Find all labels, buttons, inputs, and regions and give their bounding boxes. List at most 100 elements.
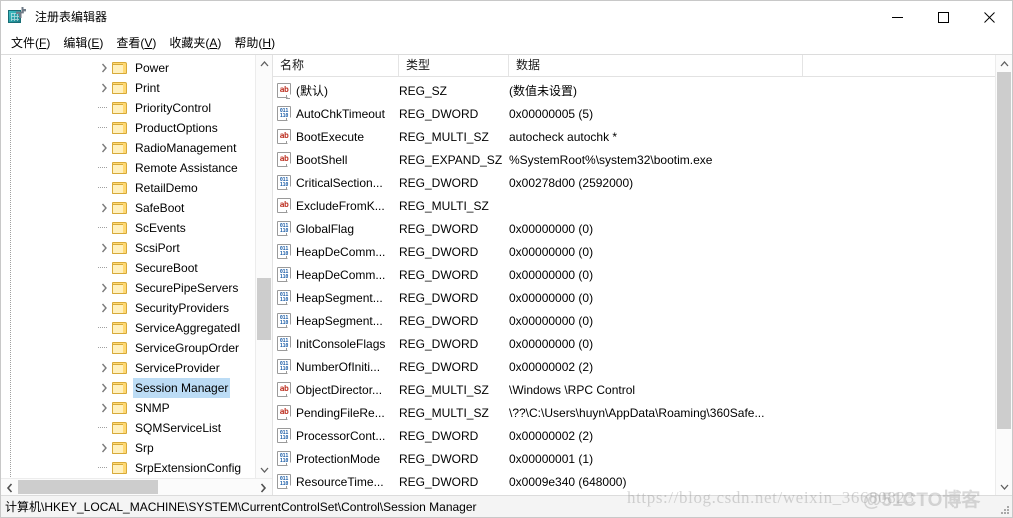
tree-indent-guide bbox=[1, 58, 97, 78]
tree-item[interactable]: SecureBoot bbox=[1, 258, 253, 278]
maximize-button[interactable] bbox=[920, 1, 966, 33]
tree-horizontal-scrollbar[interactable] bbox=[1, 478, 272, 495]
tree-item[interactable]: Power bbox=[1, 58, 253, 78]
folder-icon bbox=[112, 101, 128, 115]
table-row[interactable]: 011 110 InitConsoleFlags REG_DWORD 0x0000000… bbox=[273, 332, 1012, 355]
table-row[interactable]: ab PendingFileRe... REG_MULTI_SZ \??\C:\Use… bbox=[273, 401, 1012, 424]
cell-type: REG_DWORD bbox=[399, 313, 479, 328]
chevron-right-icon[interactable] bbox=[97, 438, 112, 458]
tree-item[interactable]: SafeBoot bbox=[1, 198, 253, 218]
tree-scroll-track[interactable] bbox=[256, 72, 272, 461]
table-row[interactable]: 011 110 HeapDeComm... REG_DWORD 0x00000000 (… bbox=[273, 240, 1012, 263]
tree-scroll-right-icon[interactable] bbox=[255, 479, 272, 495]
dword-value-icon: 011 110 bbox=[277, 106, 291, 121]
tree-item[interactable]: RetailDemo bbox=[1, 178, 253, 198]
tree-item-label: Power bbox=[135, 61, 170, 75]
tree-item[interactable]: ServiceProvider bbox=[1, 358, 253, 378]
cell-name: 011 110 AutoChkTimeout bbox=[273, 106, 399, 121]
table-row[interactable]: 011 110 CriticalSection... REG_DWORD 0x00278… bbox=[273, 171, 1012, 194]
list-vertical-scrollbar[interactable] bbox=[995, 55, 1012, 495]
resize-grip-icon[interactable] bbox=[999, 504, 1009, 514]
table-row[interactable]: ab BootShell REG_EXPAND_SZ %SystemRoot%\sys… bbox=[273, 148, 1012, 171]
dword-value-icon: 011 110 bbox=[277, 336, 291, 351]
tree-scroll-left-icon[interactable] bbox=[1, 479, 18, 495]
table-row[interactable]: 011 110 HeapDeComm... REG_DWORD 0x00000000 (… bbox=[273, 263, 1012, 286]
menu-help[interactable]: 帮助(H) bbox=[230, 34, 284, 53]
value-name-label: (默认) bbox=[296, 84, 328, 98]
chevron-right-icon[interactable] bbox=[97, 58, 112, 78]
tree-indent-guide bbox=[1, 158, 97, 178]
table-row[interactable]: 011 110 GlobalFlag REG_DWORD 0x00000000 (0) bbox=[273, 217, 1012, 240]
cell-type: REG_DWORD bbox=[399, 221, 479, 236]
menu-file[interactable]: 文件(F) bbox=[7, 34, 59, 53]
list-scroll-thumb[interactable] bbox=[997, 72, 1011, 430]
status-bar-path: 计算机\HKEY_LOCAL_MACHINE\SYSTEM\CurrentCon… bbox=[5, 500, 477, 514]
tree-item[interactable]: ScsiPort bbox=[1, 238, 253, 258]
string-value-icon: ab bbox=[277, 405, 291, 420]
cell-type: REG_DWORD bbox=[399, 474, 479, 489]
cell-name: 011 110 HeapSegment... bbox=[273, 313, 399, 328]
chevron-right-icon[interactable] bbox=[97, 358, 112, 378]
tree-scroll-down-icon[interactable] bbox=[256, 461, 272, 478]
value-name-label: HeapSegment... bbox=[296, 290, 383, 305]
close-button[interactable] bbox=[966, 1, 1012, 33]
table-row[interactable]: 011 110 ProtectionMode REG_DWORD 0x00000001 … bbox=[273, 447, 1012, 470]
tree-item[interactable]: PriorityControl bbox=[1, 98, 253, 118]
chevron-right-icon[interactable] bbox=[97, 138, 112, 158]
tree-item[interactable]: ScEvents bbox=[1, 218, 253, 238]
cell-name: 011 110 GlobalFlag bbox=[273, 221, 399, 236]
tree-item[interactable]: SecurityProviders bbox=[1, 298, 253, 318]
tree-item[interactable]: Srp bbox=[1, 438, 253, 458]
list-scroll-track[interactable] bbox=[996, 72, 1012, 478]
tree-item[interactable]: ServiceAggregatedI bbox=[1, 318, 253, 338]
tree-item[interactable]: Session Manager bbox=[1, 378, 253, 398]
tree-item[interactable]: Print bbox=[1, 78, 253, 98]
tree-item[interactable]: SrpExtensionConfig bbox=[1, 458, 253, 478]
folder-icon bbox=[112, 381, 128, 395]
value-name-label: BootExecute bbox=[296, 129, 365, 144]
tree-hscroll-thumb[interactable] bbox=[18, 480, 158, 494]
tree-item[interactable]: SQMServiceList bbox=[1, 418, 253, 438]
chevron-right-icon[interactable] bbox=[97, 298, 112, 318]
tree-vertical-scrollbar[interactable] bbox=[255, 55, 272, 478]
menu-edit[interactable]: 编辑(E) bbox=[59, 34, 112, 53]
list-scroll-down-icon[interactable] bbox=[996, 478, 1012, 495]
chevron-right-icon[interactable] bbox=[97, 398, 112, 418]
tree-scroll-up-icon[interactable] bbox=[256, 55, 272, 72]
tree-item-label: SecureBoot bbox=[135, 261, 198, 275]
table-row[interactable]: ab (默认) REG_SZ (数值未设置) bbox=[273, 79, 1012, 102]
tree-item[interactable]: SNMP bbox=[1, 398, 253, 418]
dword-value-icon: 011 110 bbox=[277, 451, 291, 466]
chevron-right-icon[interactable] bbox=[97, 78, 112, 98]
cell-name: 011 110 HeapDeComm... bbox=[273, 267, 399, 282]
tree-item[interactable]: ProductOptions bbox=[1, 118, 253, 138]
chevron-right-icon[interactable] bbox=[97, 378, 112, 398]
chevron-right-icon[interactable] bbox=[97, 198, 112, 218]
tree-item-label: RetailDemo bbox=[135, 181, 198, 195]
table-row[interactable]: 011 110 HeapSegment... REG_DWORD 0x00000000 … bbox=[273, 309, 1012, 332]
column-header-type[interactable]: 类型 bbox=[399, 55, 509, 76]
table-row[interactable]: 011 110 ResourceTime... REG_DWORD 0x0009e340… bbox=[273, 470, 1012, 493]
table-row[interactable]: 011 110 AutoChkTimeout REG_DWORD 0x00000005 … bbox=[273, 102, 1012, 125]
list-scroll-up-icon[interactable] bbox=[996, 55, 1012, 72]
menu-view[interactable]: 查看(V) bbox=[112, 34, 165, 53]
tree-item[interactable]: SecurePipeServers bbox=[1, 278, 253, 298]
column-header-data[interactable]: 数据 bbox=[509, 55, 803, 76]
tree-item[interactable]: RadioManagement bbox=[1, 138, 253, 158]
table-row[interactable]: 011 110 NumberOfIniti... REG_DWORD 0x0000000… bbox=[273, 355, 1012, 378]
chevron-right-icon[interactable] bbox=[97, 278, 112, 298]
table-row[interactable]: ab ExcludeFromK... REG_MULTI_SZ bbox=[273, 194, 1012, 217]
tree-scroll-thumb[interactable] bbox=[257, 278, 271, 341]
menu-favorites[interactable]: 收藏夹(A) bbox=[165, 34, 230, 53]
table-row[interactable]: 011 110 ProcessorCont... REG_DWORD 0x0000000… bbox=[273, 424, 1012, 447]
tree-item[interactable]: Remote Assistance bbox=[1, 158, 253, 178]
chevron-right-icon[interactable] bbox=[97, 238, 112, 258]
tree-leaf-connector bbox=[97, 218, 112, 238]
table-row[interactable]: ab BootExecute REG_MULTI_SZ autocheck autoc… bbox=[273, 125, 1012, 148]
table-row[interactable]: 011 110 HeapSegment... REG_DWORD 0x00000000 … bbox=[273, 286, 1012, 309]
minimize-button[interactable] bbox=[874, 1, 920, 33]
column-header-name[interactable]: 名称 bbox=[273, 55, 399, 76]
table-row[interactable]: ab ObjectDirector... REG_MULTI_SZ \Windows … bbox=[273, 378, 1012, 401]
tree-item[interactable]: ServiceGroupOrder bbox=[1, 338, 253, 358]
string-value-icon: ab bbox=[277, 152, 291, 167]
